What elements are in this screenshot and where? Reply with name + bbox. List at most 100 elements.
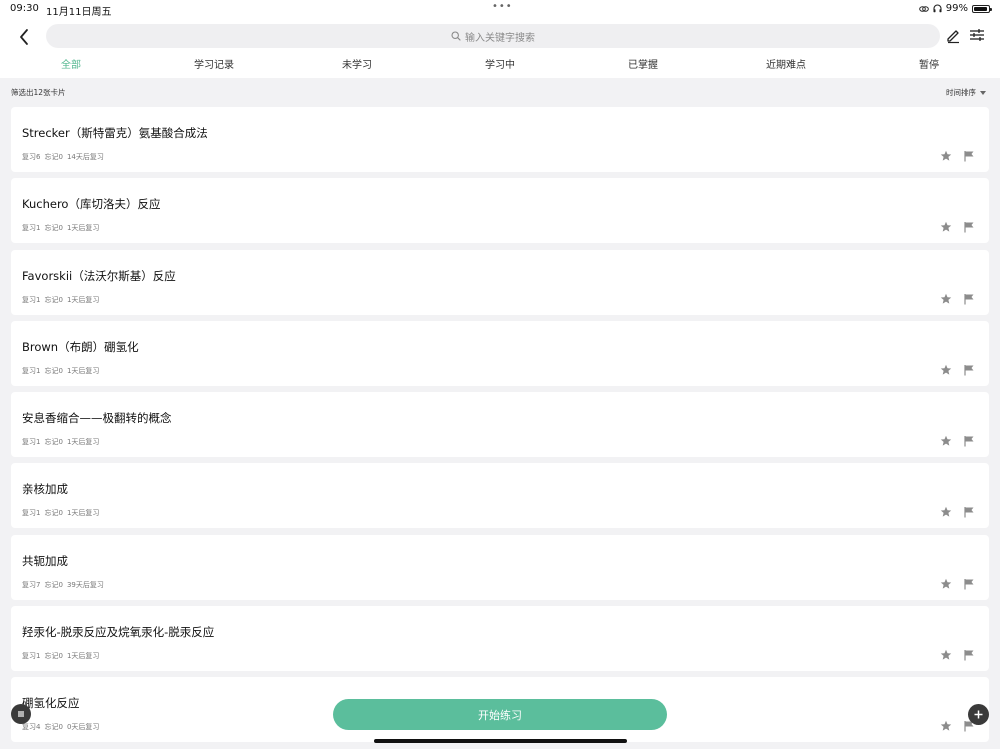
status-bar: 09:30 11月11日周五 ••• 99% bbox=[0, 0, 1000, 18]
tab-mastered[interactable]: 已掌握 bbox=[628, 56, 658, 71]
card-meta: 复习6 忘记0 14天后复习 bbox=[22, 152, 104, 162]
card-review-count: 复习1 bbox=[22, 509, 41, 518]
card-meta: 复习1 忘记0 1天后复习 bbox=[22, 508, 99, 518]
flag-icon[interactable] bbox=[963, 649, 975, 661]
status-date: 11月11日周五 bbox=[46, 7, 112, 18]
card-meta: 复习1 忘记0 1天后复习 bbox=[22, 437, 99, 447]
tab-recent-difficult[interactable]: 近期难点 bbox=[766, 56, 806, 71]
card-next-review: 0天后复习 bbox=[66, 723, 100, 732]
filter-count: 筛选出12张卡片 bbox=[11, 88, 66, 97]
card-title: 羟汞化-脱汞反应及烷氧汞化-脱汞反应 bbox=[22, 625, 215, 640]
star-icon[interactable] bbox=[940, 578, 952, 590]
card-forget-count: 忘记0 bbox=[44, 438, 63, 447]
caret-down-icon bbox=[980, 90, 986, 95]
card-next-review: 1天后复习 bbox=[66, 295, 100, 304]
star-icon[interactable] bbox=[940, 506, 952, 518]
flag-icon[interactable] bbox=[963, 578, 975, 590]
start-practice-button[interactable]: 开始练习 bbox=[333, 699, 667, 730]
sort-label: 时间排序 bbox=[946, 88, 976, 97]
card-item[interactable]: 共轭加成 复习7 忘记0 39天后复习 bbox=[11, 534, 989, 600]
search-input[interactable]: 输入关键字搜索 bbox=[46, 24, 940, 48]
star-icon[interactable] bbox=[940, 435, 952, 447]
card-next-review: 1天后复习 bbox=[66, 224, 100, 233]
link-icon bbox=[918, 5, 929, 12]
tab-study-record[interactable]: 学习记录 bbox=[194, 56, 234, 71]
back-arrow-icon[interactable] bbox=[14, 26, 36, 48]
filter-row: 筛选出12张卡片 时间排序 bbox=[0, 84, 1000, 100]
card-title: Kuchero（库切洛夫）反应 bbox=[22, 197, 161, 212]
flag-icon[interactable] bbox=[963, 221, 975, 233]
card-review-count: 复习6 bbox=[22, 153, 41, 161]
card-item[interactable]: 羟汞化-脱汞反应及烷氧汞化-脱汞反应 复习1 忘记0 1天后复习 bbox=[11, 606, 989, 672]
card-item[interactable]: Favorskii（法沃尔斯基）反应 复习1 忘记0 1天后复习 bbox=[11, 249, 989, 315]
header: 输入关键字搜索 全部 学习记录 未学习 学习中 已掌握 近期难点 暂停 bbox=[0, 18, 1000, 78]
edit-icon[interactable] bbox=[944, 26, 962, 44]
add-button[interactable] bbox=[968, 704, 989, 725]
star-icon[interactable] bbox=[940, 221, 952, 233]
card-title: Brown（布朗）硼氢化 bbox=[22, 339, 139, 354]
flag-icon[interactable] bbox=[963, 150, 975, 162]
card-next-review: 39天后复习 bbox=[66, 580, 104, 589]
battery-icon bbox=[972, 4, 992, 13]
card-item[interactable]: 安息香缩合——极翻转的概念 复习1 忘记0 1天后复习 bbox=[11, 392, 989, 458]
card-review-count: 复习1 bbox=[22, 295, 41, 304]
card-review-count: 复习7 bbox=[22, 580, 41, 589]
flag-icon[interactable] bbox=[963, 364, 975, 376]
headphones-icon bbox=[933, 4, 942, 13]
card-list: Strecker（斯特雷克）氨基酸合成法 复习6 忘记0 14天后复习 Kuch… bbox=[11, 107, 989, 749]
card-meta: 复习1 忘记0 1天后复习 bbox=[22, 295, 99, 305]
card-item[interactable]: Kuchero（库切洛夫）反应 复习1 忘记0 1天后复习 bbox=[11, 178, 989, 244]
menu-button[interactable] bbox=[11, 704, 31, 724]
card-meta: 复习1 忘记0 1天后复习 bbox=[22, 366, 99, 376]
menu-icon bbox=[18, 711, 24, 717]
card-meta: 复习4 忘记0 0天后复习 bbox=[22, 722, 99, 732]
card-title: Favorskii（法沃尔斯基）反应 bbox=[22, 268, 176, 283]
card-meta: 复习7 忘记0 39天后复习 bbox=[22, 580, 104, 590]
card-review-count: 复习4 bbox=[22, 723, 41, 732]
flag-icon[interactable] bbox=[963, 435, 975, 447]
star-icon[interactable] bbox=[940, 150, 952, 162]
multitask-dots-icon[interactable]: ••• bbox=[492, 1, 513, 12]
card-title: 硼氢化反应 bbox=[22, 696, 80, 711]
card-next-review: 1天后复习 bbox=[66, 438, 100, 447]
sort-button[interactable]: 时间排序 bbox=[946, 87, 986, 98]
tab-bar: 全部 学习记录 未学习 学习中 已掌握 近期难点 暂停 bbox=[0, 56, 1000, 76]
card-next-review: 14天后复习 bbox=[66, 153, 104, 161]
card-title: 共轭加成 bbox=[22, 553, 68, 568]
tab-all[interactable]: 全部 bbox=[61, 56, 81, 71]
star-icon[interactable] bbox=[940, 293, 952, 305]
home-indicator[interactable] bbox=[374, 739, 627, 743]
card-title: 亲核加成 bbox=[22, 482, 68, 497]
card-forget-count: 忘记0 bbox=[44, 580, 63, 589]
card-forget-count: 忘记0 bbox=[44, 224, 63, 233]
card-forget-count: 忘记0 bbox=[44, 509, 63, 518]
star-icon[interactable] bbox=[940, 649, 952, 661]
card-forget-count: 忘记0 bbox=[44, 652, 63, 661]
card-forget-count: 忘记0 bbox=[44, 153, 63, 161]
search-icon bbox=[451, 31, 461, 41]
card-next-review: 1天后复习 bbox=[66, 652, 100, 661]
card-meta: 复习1 忘记0 1天后复习 bbox=[22, 223, 99, 233]
card-forget-count: 忘记0 bbox=[44, 366, 63, 375]
card-forget-count: 忘记0 bbox=[44, 723, 63, 732]
card-item[interactable]: Brown（布朗）硼氢化 复习1 忘记0 1天后复习 bbox=[11, 320, 989, 386]
tab-not-studied[interactable]: 未学习 bbox=[342, 56, 372, 71]
battery-percent: 99% bbox=[945, 3, 968, 14]
filter-sliders-icon[interactable] bbox=[968, 26, 986, 44]
tab-studying[interactable]: 学习中 bbox=[485, 56, 515, 71]
card-review-count: 复习1 bbox=[22, 366, 41, 375]
card-review-count: 复习1 bbox=[22, 224, 41, 233]
search-placeholder: 输入关键字搜索 bbox=[465, 32, 535, 44]
tab-paused[interactable]: 暂停 bbox=[919, 56, 939, 71]
plus-icon bbox=[974, 710, 983, 719]
card-next-review: 1天后复习 bbox=[66, 366, 100, 375]
card-item[interactable]: Strecker（斯特雷克）氨基酸合成法 复习6 忘记0 14天后复习 bbox=[11, 107, 989, 172]
flag-icon[interactable] bbox=[963, 293, 975, 305]
star-icon[interactable] bbox=[940, 720, 952, 732]
card-item[interactable]: 亲核加成 复习1 忘记0 1天后复习 bbox=[11, 463, 989, 529]
card-review-count: 复习1 bbox=[22, 652, 41, 661]
star-icon[interactable] bbox=[940, 364, 952, 376]
card-title: Strecker（斯特雷克）氨基酸合成法 bbox=[22, 126, 208, 140]
flag-icon[interactable] bbox=[963, 506, 975, 518]
card-next-review: 1天后复习 bbox=[66, 509, 100, 518]
